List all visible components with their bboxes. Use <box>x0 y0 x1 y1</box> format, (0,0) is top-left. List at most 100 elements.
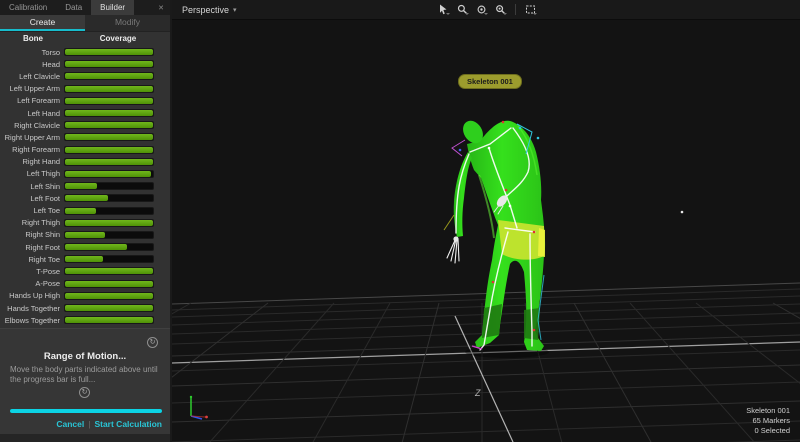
bone-row: Head <box>0 58 170 70</box>
bone-label: Left Upper Arm <box>0 84 64 93</box>
bone-row: Right Forearm <box>0 144 170 156</box>
cancel-button[interactable]: Cancel <box>56 419 84 429</box>
bone-row: Right Thigh <box>0 217 170 229</box>
coverage-bar-fill <box>65 220 153 226</box>
coverage-bar-fill <box>65 49 153 55</box>
bone-row: Right Toe <box>0 253 170 265</box>
coverage-bar <box>64 267 154 275</box>
marquee-select-tool[interactable] <box>524 3 537 16</box>
bone-label: Right Toe <box>0 255 64 264</box>
column-coverage: Coverage <box>66 34 170 43</box>
app-window: Calibration Data Builder ✕ Create Modify… <box>0 0 800 442</box>
bone-row: Left Foot <box>0 192 170 204</box>
coverage-bar <box>64 48 154 56</box>
selection-status: Skeleton 001 65 Markers 0 Selected <box>746 406 790 436</box>
select-tool[interactable] <box>437 3 450 16</box>
tab-create[interactable]: Create <box>0 15 85 31</box>
coverage-bar <box>64 121 154 129</box>
3d-viewport[interactable]: Perspective ▾ <box>172 0 800 442</box>
coverage-bar <box>64 194 154 202</box>
viewport-topbar: Perspective ▾ <box>172 0 800 20</box>
toolbar-divider <box>515 4 516 15</box>
sidebar-footer <box>0 434 170 442</box>
coverage-bar <box>64 170 154 178</box>
coverage-bar <box>64 255 154 263</box>
tab-data[interactable]: Data <box>56 0 91 15</box>
coverage-bar-fill <box>65 98 153 104</box>
bone-label: Right Shin <box>0 230 64 239</box>
coverage-bar <box>64 207 154 215</box>
bone-row: Right Clavicle <box>0 119 170 131</box>
coverage-bar-fill <box>65 256 103 262</box>
bone-row: Right Upper Arm <box>0 131 170 143</box>
bone-label: Left Clavicle <box>0 72 64 81</box>
view-mode-label: Perspective <box>182 5 229 15</box>
button-separator: | <box>84 419 94 429</box>
coverage-bar <box>64 109 154 117</box>
chevron-down-icon: ▾ <box>233 6 237 14</box>
orbit-tool[interactable] <box>494 3 507 16</box>
bone-row: Left Clavicle <box>0 70 170 82</box>
bone-label: Left Thigh <box>0 169 64 178</box>
skeleton-figure[interactable] <box>444 117 549 358</box>
zoom-tool[interactable] <box>456 3 469 16</box>
refresh-icon[interactable]: ↻ <box>79 387 90 398</box>
close-icon[interactable]: ✕ <box>152 0 170 15</box>
coverage-bar <box>64 158 154 166</box>
bone-label: Left Foot <box>0 194 64 203</box>
coverage-bar-fill <box>65 183 97 189</box>
coverage-bar-fill <box>65 268 153 274</box>
coverage-bar-fill <box>65 281 153 287</box>
bone-label: Right Upper Arm <box>0 133 64 142</box>
bone-row: Hands Up High <box>0 290 170 302</box>
coverage-bar-fill <box>65 86 153 92</box>
bone-label: Hands Together <box>0 304 64 313</box>
bone-row: A-Pose <box>0 278 170 290</box>
bone-label: Left Toe <box>0 206 64 215</box>
bone-row: Right Shin <box>0 229 170 241</box>
start-calculation-button[interactable]: Start Calculation <box>94 419 162 429</box>
coverage-bar <box>64 316 154 324</box>
tab-calibration[interactable]: Calibration <box>0 0 56 15</box>
marker-dot[interactable] <box>681 211 684 214</box>
column-bone: Bone <box>0 34 66 43</box>
coverage-bar <box>64 231 154 239</box>
coverage-bar <box>64 280 154 288</box>
bone-label: Right Hand <box>0 157 64 166</box>
bone-label: A-Pose <box>0 279 64 288</box>
coverage-bar-fill <box>65 208 96 214</box>
tab-builder[interactable]: Builder <box>91 0 134 15</box>
bone-label: Right Thigh <box>0 218 64 227</box>
bone-row: Left Upper Arm <box>0 83 170 95</box>
bone-row: Right Foot <box>0 241 170 253</box>
coverage-bar <box>64 292 154 300</box>
view-mode-dropdown[interactable]: Perspective ▾ <box>172 5 247 15</box>
status-selected-count: 0 Selected <box>746 426 790 436</box>
coverage-bar-fill <box>65 232 105 238</box>
coverage-bar-fill <box>65 147 153 153</box>
bone-row: Left Shin <box>0 180 170 192</box>
pan-tool[interactable] <box>475 3 488 16</box>
coverage-bar-fill <box>65 122 153 128</box>
coverage-bar-fill <box>65 159 153 165</box>
calibration-progress-bar <box>10 409 162 413</box>
bone-label: Torso <box>0 48 64 57</box>
bone-row: T-Pose <box>0 265 170 277</box>
coverage-bar <box>64 97 154 105</box>
panel-title: Range of Motion... <box>0 351 170 362</box>
coverage-bar-fill <box>65 73 153 79</box>
bone-label: Left Hand <box>0 109 64 118</box>
sidebar-tabbar: Calibration Data Builder ✕ <box>0 0 170 15</box>
coverage-bar-fill <box>65 195 108 201</box>
bone-row: Hands Together <box>0 302 170 314</box>
tab-modify[interactable]: Modify <box>85 15 170 31</box>
viewport-toolbar <box>437 3 537 16</box>
axis-gizmo <box>190 396 208 419</box>
coverage-bar <box>64 133 154 141</box>
coverage-bar <box>64 60 154 68</box>
skeleton-name-label: Skeleton 001 <box>458 74 522 89</box>
coverage-bar <box>64 219 154 227</box>
bone-row: Left Thigh <box>0 168 170 180</box>
refresh-icon[interactable]: ↻ <box>147 337 158 348</box>
bone-row: Left Toe <box>0 204 170 216</box>
